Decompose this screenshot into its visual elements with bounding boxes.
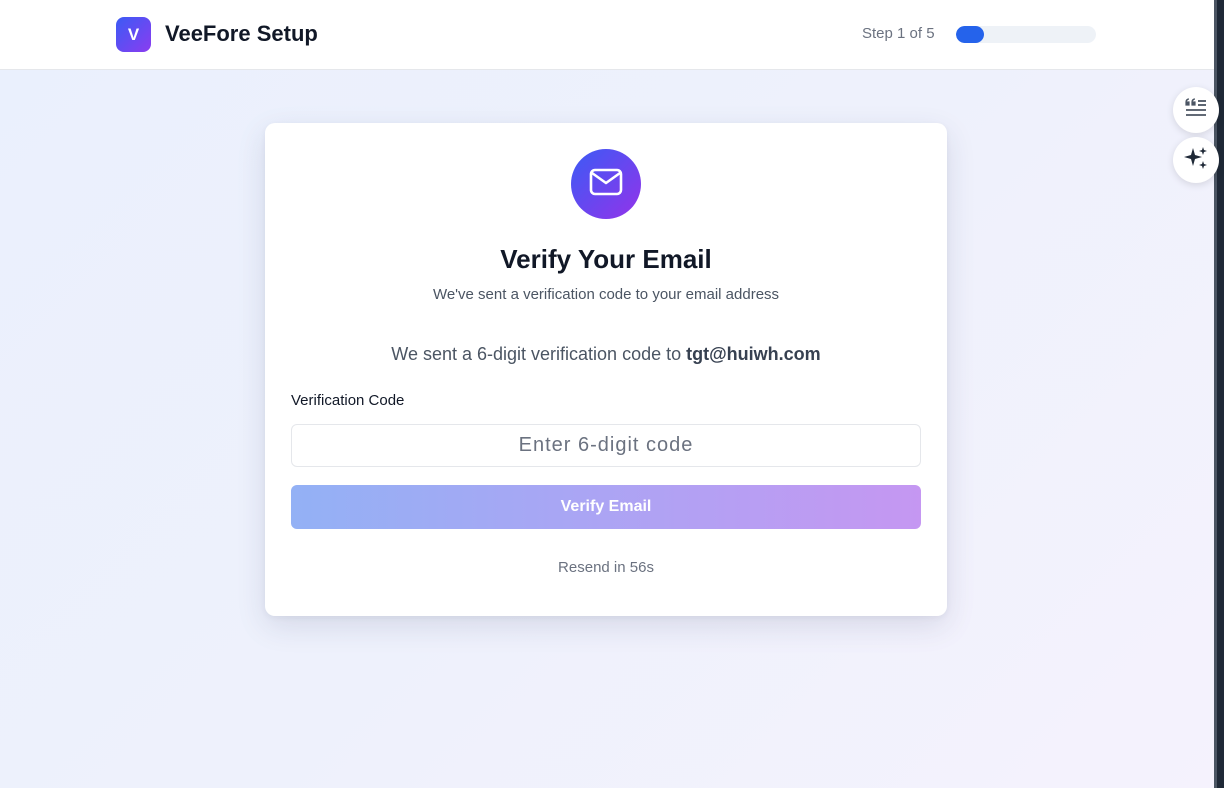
sent-to-text: We sent a 6-digit verification code to t… — [265, 344, 947, 365]
mail-icon — [589, 168, 623, 201]
verify-email-card: Verify Your Email We've sent a verificat… — [265, 123, 947, 616]
card-title: Verify Your Email — [500, 244, 712, 274]
app-title: VeeFore Setup — [165, 21, 318, 46]
resend-countdown: Resend in 56s — [558, 559, 654, 576]
quote-list-icon — [1184, 97, 1208, 124]
setup-progress-bar — [956, 26, 1096, 43]
app-logo: V — [116, 17, 151, 52]
sparkles-icon — [1183, 145, 1209, 176]
quote-list-button[interactable] — [1173, 87, 1219, 133]
mail-icon-badge — [571, 149, 641, 219]
verification-code-label: Verification Code — [291, 392, 405, 409]
recipient-email: tgt@huiwh.com — [686, 344, 821, 364]
verification-code-input[interactable] — [291, 424, 921, 467]
logo-letter: V — [127, 24, 140, 44]
sent-to-prefix: We sent a 6-digit verification code to — [391, 344, 682, 364]
card-subtitle: We've sent a verification code to your e… — [432, 286, 780, 303]
step-indicator: Step 1 of 5 — [862, 25, 935, 42]
top-bar: V VeeFore Setup Step 1 of 5 — [0, 0, 1214, 70]
verify-email-button[interactable]: Verify Email — [291, 485, 921, 529]
ai-assist-button[interactable] — [1173, 137, 1219, 183]
setup-progress-fill — [956, 26, 984, 43]
